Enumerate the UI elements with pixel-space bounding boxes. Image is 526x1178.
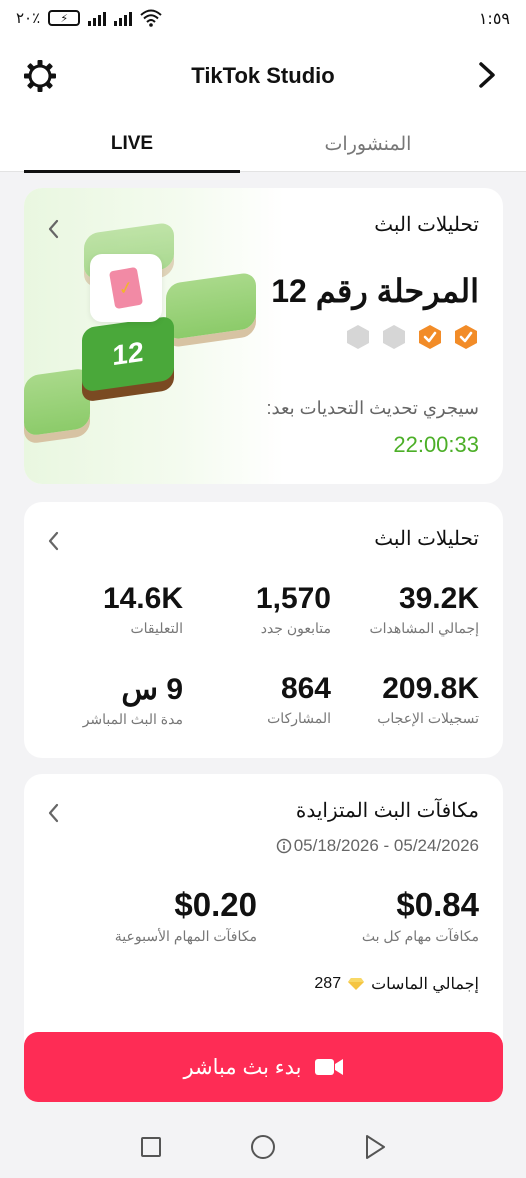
status-bar: ٢٠٪ ⚡ ١:٥٩	[0, 0, 526, 36]
stage-title: المرحلة رقم 12	[271, 273, 479, 309]
home-icon[interactable]	[251, 1135, 275, 1159]
wifi-icon	[140, 9, 162, 27]
stat-total-views: 39.2K إجمالي المشاهدات	[339, 582, 479, 637]
notebook-icon: ✓	[90, 254, 162, 322]
stat-comments: 14.6K التعليقات	[43, 582, 183, 637]
battery-icon: ⚡	[48, 10, 81, 26]
diamonds-label: إجمالي الماسات	[371, 976, 479, 993]
tab-posts[interactable]: المنشورات	[260, 116, 476, 172]
system-nav-bar	[0, 1118, 526, 1178]
challenge-card[interactable]: 12 ✓ تحليلات البث المرحلة رقم 12 سيجري ت…	[24, 188, 503, 484]
back-icon[interactable]	[364, 1134, 386, 1160]
tab-bar: LIVE المنشورات	[0, 116, 526, 173]
level-block: 12	[82, 315, 174, 393]
tab-live[interactable]: LIVE	[24, 116, 240, 173]
stat-label: إجمالي المشاهدات	[369, 620, 479, 636]
go-live-label: بدء بث مباشر	[183, 1055, 302, 1079]
chevron-left-icon[interactable]	[46, 530, 60, 552]
signal-icon	[88, 10, 107, 26]
stat-likes: 209.8K تسجيلات الإعجاب	[339, 672, 479, 727]
stat-label: المشاركات	[267, 710, 331, 726]
stat-label: تسجيلات الإعجاب	[377, 710, 479, 726]
rewards-card[interactable]: مكافآت البث المتزايدة 05/18/2026 - 05/24…	[24, 774, 503, 1074]
stat-value: 39.2K	[398, 582, 479, 615]
grass-block	[24, 367, 90, 437]
hex-badge-empty-icon	[347, 325, 369, 349]
page-title: TikTok Studio	[191, 63, 335, 88]
countdown-timer: 22:00:33	[393, 432, 479, 457]
stat-shares: 864 المشاركات	[191, 672, 331, 727]
date-range-row: 05/18/2026 - 05/24/2026	[276, 836, 479, 856]
stat-value: 209.8K	[382, 672, 479, 705]
stat-value: $0.20	[174, 886, 257, 923]
chevron-right-icon[interactable]	[474, 60, 500, 90]
app-header: TikTok Studio	[0, 36, 526, 116]
hex-badge-check-icon	[419, 325, 441, 349]
hex-badge-empty-icon	[383, 325, 405, 349]
stat-value: $0.84	[396, 886, 479, 923]
chevron-left-icon[interactable]	[46, 218, 60, 240]
stat-label: متابعون جدد	[260, 620, 331, 636]
card-title: تحليلات البث	[374, 528, 479, 550]
stat-per-live-rewards: $0.84 مكافآت مهام كل بث	[279, 886, 479, 945]
level-badge-number: 12	[112, 335, 144, 372]
stat-label: التعليقات	[130, 620, 183, 636]
status-icons: ٢٠٪ ⚡	[16, 9, 162, 27]
card-title: تحليلات البث	[374, 214, 479, 236]
stat-value: 864	[280, 672, 331, 705]
date-range: 05/18/2026 - 05/24/2026	[293, 836, 479, 855]
stat-live-duration: 9 س مدة البث المباشر	[43, 672, 183, 728]
stat-label: مكافآت مهام كل بث	[361, 928, 479, 944]
hex-badge-check-icon	[455, 325, 477, 349]
stat-label: مدة البث المباشر	[82, 711, 183, 727]
signal-icon-2	[114, 10, 133, 26]
card-title: مكافآت البث المتزايدة	[295, 800, 479, 822]
chevron-left-icon[interactable]	[46, 802, 60, 824]
stat-value: 9 س	[121, 673, 183, 706]
clock: ١:٥٩	[478, 8, 510, 28]
gear-icon[interactable]	[22, 58, 58, 94]
stat-new-followers: 1,570 متابعون جدد	[191, 582, 331, 637]
progress-badges	[345, 324, 479, 350]
analytics-card[interactable]: تحليلات البث 39.2K إجمالي المشاهدات 1,57…	[24, 502, 503, 758]
refresh-label: سيجري تحديث التحديات بعد:	[266, 398, 479, 418]
video-camera-icon	[314, 1059, 343, 1075]
battery-percent: ٢٠٪	[16, 9, 41, 27]
diamonds-value: 287	[314, 975, 342, 992]
stat-value: 1,570	[255, 582, 331, 615]
stat-label: مكافآت المهام الأسبوعية	[114, 928, 257, 944]
diamond-icon	[348, 978, 365, 990]
info-icon[interactable]	[276, 838, 292, 854]
stat-weekly-rewards: $0.20 مكافآت المهام الأسبوعية	[57, 886, 257, 945]
recent-apps-icon[interactable]	[141, 1137, 161, 1157]
stat-value: 14.6K	[102, 582, 183, 615]
diamonds-row: إجمالي الماسات 287	[314, 974, 479, 994]
go-live-button[interactable]: بدء بث مباشر	[24, 1032, 503, 1102]
